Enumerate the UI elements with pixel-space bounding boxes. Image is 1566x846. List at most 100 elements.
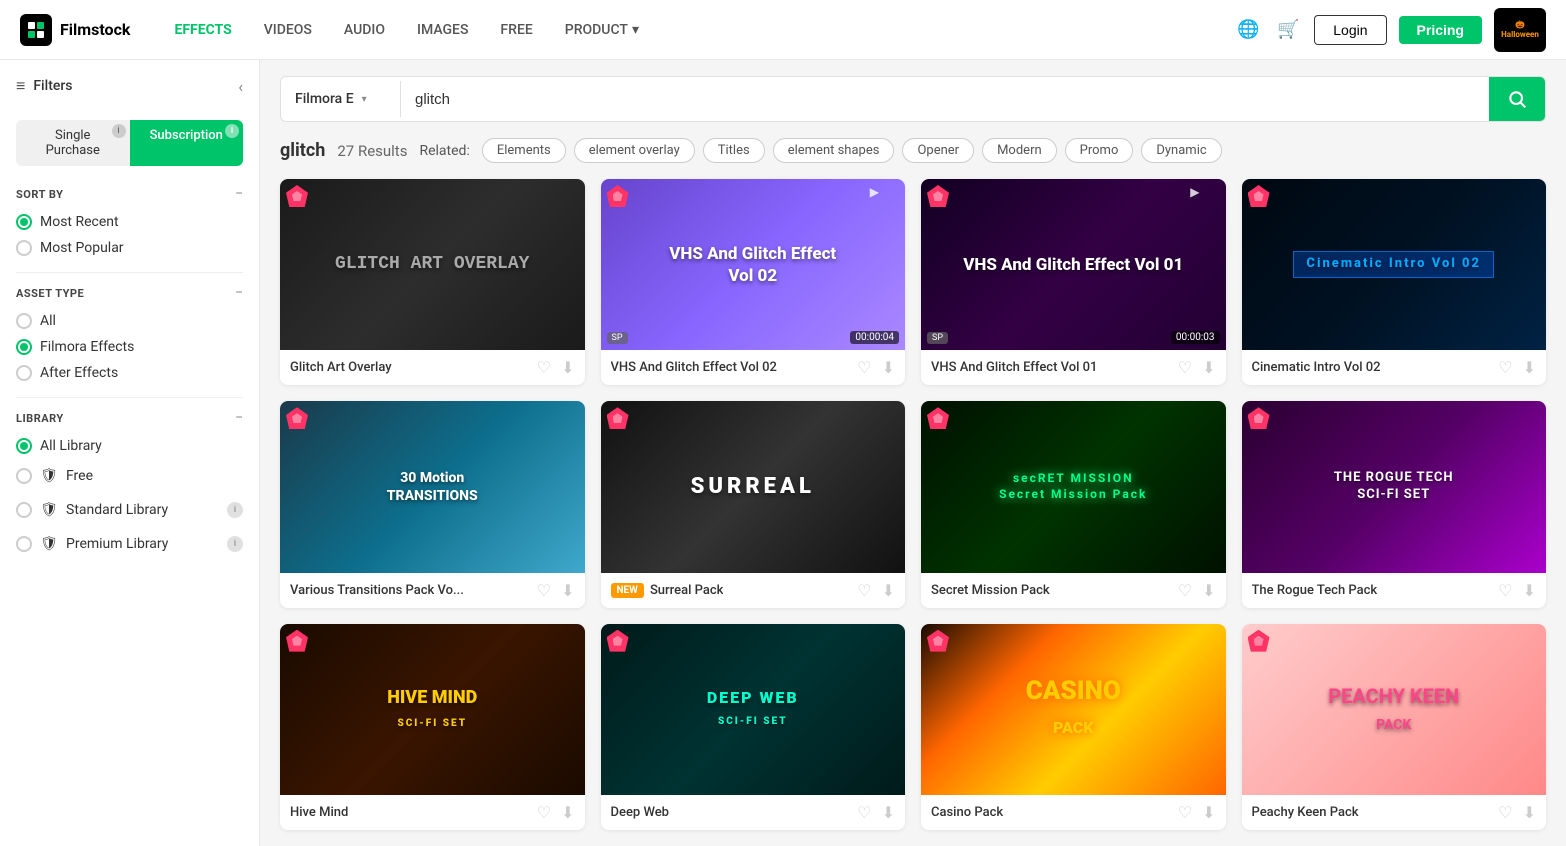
favorite-icon[interactable]: ♡ <box>857 358 871 377</box>
card-vhs-vol02[interactable]: ▶ VHS And Glitch EffectVol 02 SP 00:00:0… <box>601 179 906 385</box>
asset-all-radio[interactable] <box>16 313 32 329</box>
globe-icon[interactable]: 🌐 <box>1234 16 1262 44</box>
favorite-icon[interactable]: ♡ <box>1498 581 1512 600</box>
tag-dynamic[interactable]: Dynamic <box>1141 138 1221 163</box>
download-icon[interactable]: ⬇ <box>1202 581 1215 600</box>
library-section: LIBRARY − <box>16 410 243 426</box>
nav-product[interactable]: PRODUCT ▾ <box>551 14 653 46</box>
card-deep-web[interactable]: DEEP WEBSCI-FI SET Deep Web ♡ ⬇ <box>601 624 906 830</box>
library-premium-radio[interactable] <box>16 536 32 552</box>
asset-after-effects[interactable]: After Effects <box>16 365 243 381</box>
card-title: Surreal Pack <box>650 583 724 598</box>
sp-badge: SP <box>607 332 628 344</box>
results-query: glitch <box>280 140 325 161</box>
tag-promo[interactable]: Promo <box>1065 138 1134 163</box>
card-actions: ♡ ⬇ <box>857 803 895 822</box>
card-actions: ♡ ⬇ <box>537 803 575 822</box>
nav-effects[interactable]: EFFECTS <box>160 14 245 46</box>
card-secret-mission[interactable]: secRET MISSIONSecret Mission Pack Secret… <box>921 401 1226 607</box>
favorite-icon[interactable]: ♡ <box>1178 581 1192 600</box>
favorite-icon[interactable]: ♡ <box>1498 803 1512 822</box>
tag-element-shapes[interactable]: element shapes <box>773 138 895 163</box>
library-free[interactable]: 🛡 Free <box>16 464 243 488</box>
tag-opener[interactable]: Opener <box>902 138 974 163</box>
premium-info-icon[interactable]: i <box>227 536 243 552</box>
filters-icon: ≡ <box>16 76 25 96</box>
download-icon[interactable]: ⬇ <box>1523 581 1536 600</box>
search-input[interactable] <box>401 81 1489 118</box>
filters-collapse-button[interactable]: ‹ <box>238 77 243 96</box>
favorite-icon[interactable]: ♡ <box>1498 358 1512 377</box>
library-collapse[interactable]: − <box>235 410 243 426</box>
download-icon[interactable]: ⬇ <box>882 803 895 822</box>
pricing-button[interactable]: Pricing <box>1399 16 1482 44</box>
single-purchase-info-icon[interactable]: i <box>112 124 126 138</box>
nav-videos[interactable]: VIDEOS <box>250 14 326 46</box>
download-icon[interactable]: ⬇ <box>561 803 574 822</box>
subscription-tab[interactable]: Subscription i <box>130 120 244 166</box>
download-icon[interactable]: ⬇ <box>882 581 895 600</box>
premium-gem-icon <box>286 185 308 207</box>
download-icon[interactable]: ⬇ <box>561 358 574 377</box>
download-icon[interactable]: ⬇ <box>561 581 574 600</box>
library-standard[interactable]: 🛡 Standard Library i <box>16 498 243 522</box>
card-casino[interactable]: CASINOPACK Casino Pack ♡ ⬇ <box>921 624 1226 830</box>
library-all-radio[interactable] <box>16 438 32 454</box>
nav-free[interactable]: FREE <box>486 14 546 46</box>
library-all[interactable]: All Library <box>16 438 243 454</box>
cart-icon[interactable]: 🛒 <box>1274 16 1302 44</box>
favorite-icon[interactable]: ♡ <box>537 581 551 600</box>
header-actions: 🌐 🛒 Login Pricing 🎃Halloween <box>1234 8 1546 52</box>
download-icon[interactable]: ⬇ <box>1202 358 1215 377</box>
library-free-radio[interactable] <box>16 468 32 484</box>
card-glitch-art-overlay[interactable]: GLITCH ART OVERLAY Glitch Art Overlay ♡ … <box>280 179 585 385</box>
tag-titles[interactable]: Titles <box>703 138 765 163</box>
card-vhs-vol01[interactable]: ▶ VHS And Glitch Effect Vol 01 SP 00:00:… <box>921 179 1226 385</box>
sort-most-popular[interactable]: Most Popular <box>16 240 243 256</box>
card-thumbnail: ▶ VHS And Glitch Effect Vol 01 SP 00:00:… <box>921 179 1226 350</box>
favorite-icon[interactable]: ♡ <box>857 803 871 822</box>
library-label: LIBRARY <box>16 412 64 425</box>
tag-element-overlay[interactable]: element overlay <box>574 138 695 163</box>
premium-gem-icon <box>927 407 949 429</box>
favorite-icon[interactable]: ♡ <box>537 803 551 822</box>
search-button[interactable] <box>1489 77 1545 121</box>
asset-after-effects-radio[interactable] <box>16 365 32 381</box>
asset-filmora[interactable]: Filmora Effects <box>16 339 243 355</box>
library-premium[interactable]: 🛡 Premium Library i <box>16 532 243 556</box>
tag-modern[interactable]: Modern <box>982 138 1057 163</box>
platform-selector[interactable]: Filmora E ▾ <box>281 81 401 117</box>
favorite-icon[interactable]: ♡ <box>857 581 871 600</box>
halloween-badge[interactable]: 🎃Halloween <box>1494 8 1546 52</box>
favorite-icon[interactable]: ♡ <box>1178 803 1192 822</box>
card-cinematic-intro[interactable]: Cinematic Intro Vol 02 Cinematic Intro V… <box>1242 179 1547 385</box>
logo[interactable]: Filmstock <box>20 14 130 46</box>
download-icon[interactable]: ⬇ <box>882 358 895 377</box>
subscription-info-icon[interactable]: i <box>225 124 239 138</box>
card-rogue-tech[interactable]: THE ROGUE TECHSCI-FI SET The Rogue Tech … <box>1242 401 1547 607</box>
card-peachy-keen[interactable]: PEACHY KEENPACK Peachy Keen Pack ♡ ⬇ <box>1242 624 1547 830</box>
sort-by-collapse[interactable]: − <box>235 186 243 202</box>
standard-info-icon[interactable]: i <box>227 502 243 518</box>
card-footer: Hive Mind ♡ ⬇ <box>280 795 585 830</box>
favorite-icon[interactable]: ♡ <box>1178 358 1192 377</box>
card-hive-mind[interactable]: HIVE MINDSCI-FI SET Hive Mind ♡ ⬇ <box>280 624 585 830</box>
card-surreal[interactable]: SURREAL NEW Surreal Pack ♡ ⬇ <box>601 401 906 607</box>
single-purchase-tab[interactable]: Single Purchase i <box>16 120 130 166</box>
card-transitions[interactable]: 30 MotionTRANSITIONS Various Transitions… <box>280 401 585 607</box>
nav-audio[interactable]: AUDIO <box>330 14 399 46</box>
sort-most-recent-radio[interactable] <box>16 214 32 230</box>
sort-most-popular-radio[interactable] <box>16 240 32 256</box>
download-icon[interactable]: ⬇ <box>1202 803 1215 822</box>
tag-elements[interactable]: Elements <box>482 138 566 163</box>
favorite-icon[interactable]: ♡ <box>537 358 551 377</box>
download-icon[interactable]: ⬇ <box>1523 358 1536 377</box>
library-standard-radio[interactable] <box>16 502 32 518</box>
login-button[interactable]: Login <box>1314 15 1386 45</box>
asset-filmora-radio[interactable] <box>16 339 32 355</box>
sort-most-recent[interactable]: Most Recent <box>16 214 243 230</box>
asset-all[interactable]: All <box>16 313 243 329</box>
nav-images[interactable]: IMAGES <box>403 14 482 46</box>
download-icon[interactable]: ⬇ <box>1523 803 1536 822</box>
asset-type-collapse[interactable]: − <box>235 285 243 301</box>
